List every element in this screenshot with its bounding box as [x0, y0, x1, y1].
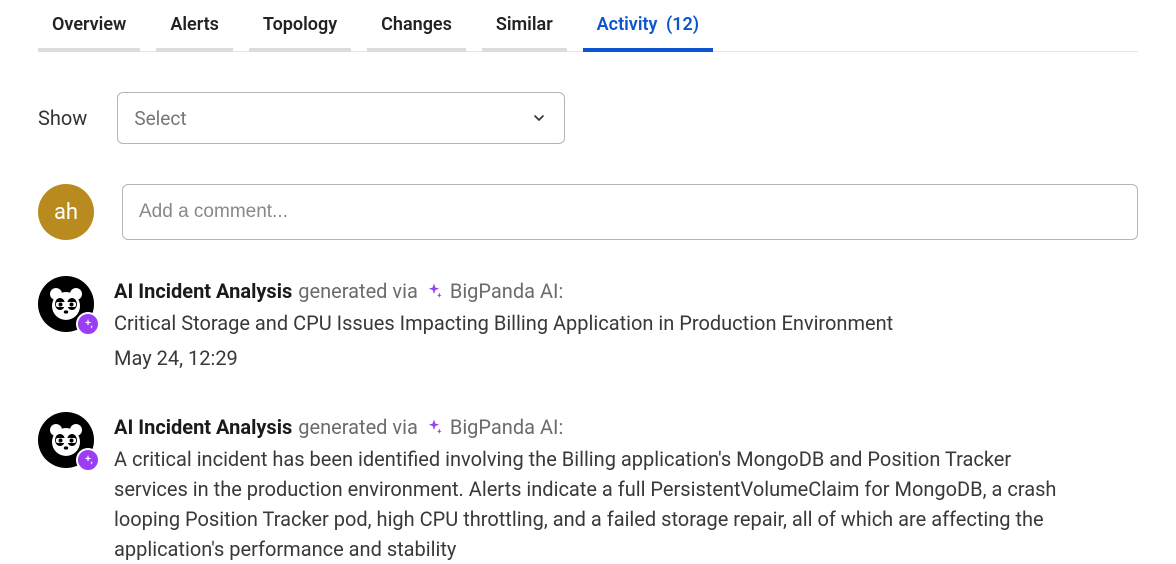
- select-placeholder: Select: [134, 107, 186, 130]
- filter-select[interactable]: Select: [117, 92, 565, 144]
- activity-content: AI Incident Analysis generated via BigPa…: [114, 412, 1082, 564]
- tab-label: Similar: [496, 14, 553, 35]
- tabs-bar: Overview Alerts Topology Changes Similar…: [38, 14, 1138, 52]
- activity-avatar-wrap: [38, 276, 94, 332]
- activity-item: AI Incident Analysis generated via BigPa…: [38, 412, 1138, 564]
- tab-alerts[interactable]: Alerts: [156, 14, 233, 51]
- activity-source: BigPanda AI:: [450, 276, 563, 306]
- tab-activity[interactable]: Activity (12): [583, 14, 713, 51]
- ai-sparkle-badge-icon: [76, 312, 100, 336]
- tab-changes[interactable]: Changes: [367, 14, 466, 51]
- activity-list: AI Incident Analysis generated via BigPa…: [38, 276, 1138, 564]
- activity-timestamp: May 24, 12:29: [114, 346, 1082, 370]
- ai-sparkle-badge-icon: [76, 448, 100, 472]
- activity-body: Critical Storage and CPU Issues Impactin…: [114, 308, 1074, 338]
- activity-title: AI Incident Analysis: [114, 412, 292, 442]
- activity-item: AI Incident Analysis generated via BigPa…: [38, 276, 1138, 370]
- tab-count: (12): [666, 14, 699, 35]
- activity-via-label: generated via: [298, 412, 418, 442]
- activity-avatar-wrap: [38, 412, 94, 468]
- comment-input[interactable]: [122, 184, 1138, 240]
- avatar-initials: ah: [54, 200, 78, 225]
- activity-title: AI Incident Analysis: [114, 276, 292, 306]
- tab-label: Alerts: [170, 14, 219, 35]
- comment-row: ah: [38, 184, 1138, 240]
- sparkle-icon: [424, 281, 444, 301]
- sparkle-icon: [424, 417, 444, 437]
- activity-body: A critical incident has been identified …: [114, 444, 1074, 564]
- activity-via-label: generated via: [298, 276, 418, 306]
- user-avatar: ah: [38, 184, 94, 240]
- activity-header: AI Incident Analysis generated via BigPa…: [114, 412, 1082, 442]
- filter-label: Show: [38, 106, 87, 130]
- tab-label: Topology: [263, 14, 337, 35]
- activity-header: AI Incident Analysis generated via BigPa…: [114, 276, 1082, 306]
- tab-label: Overview: [52, 14, 126, 35]
- activity-content: AI Incident Analysis generated via BigPa…: [114, 276, 1082, 370]
- tab-label: Activity: [597, 14, 658, 35]
- filter-row: Show Select: [38, 92, 1138, 144]
- activity-source: BigPanda AI:: [450, 412, 563, 442]
- tab-similar[interactable]: Similar: [482, 14, 567, 51]
- tab-overview[interactable]: Overview: [38, 14, 140, 51]
- tab-topology[interactable]: Topology: [249, 14, 351, 51]
- chevron-down-icon: [530, 109, 548, 127]
- tab-label: Changes: [381, 14, 452, 35]
